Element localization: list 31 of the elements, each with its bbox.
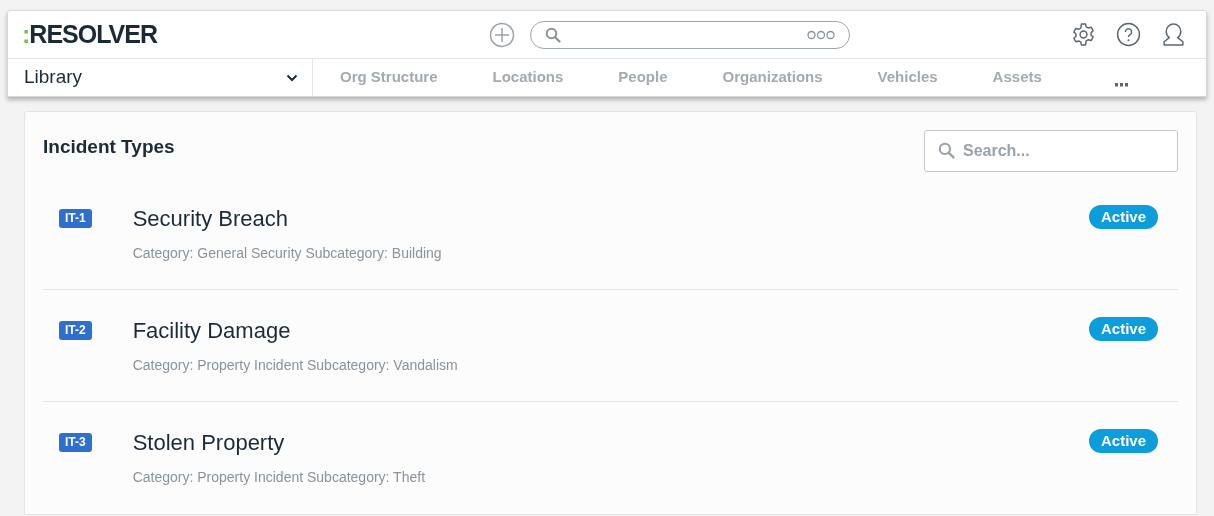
chevron-down-icon: [286, 73, 298, 82]
item-title[interactable]: Stolen Property: [132, 429, 426, 457]
id-tag: IT-2: [59, 321, 92, 340]
item-details: Category: General Security Subcategory: Building: [132, 244, 442, 263]
search-field[interactable]: Search...: [924, 130, 1178, 172]
nav-tab[interactable]: Organizations: [722, 64, 823, 91]
help-icon[interactable]: [1116, 22, 1141, 47]
nav-tab[interactable]: Org Structure: [340, 64, 438, 91]
search-icon: [545, 26, 561, 43]
user-icon[interactable]: [1161, 22, 1186, 47]
status-badge: Active: [1088, 205, 1158, 229]
nav-tab[interactable]: Vehicles: [877, 64, 938, 91]
more-icon[interactable]: [1114, 82, 1128, 87]
status-badge: Active: [1088, 429, 1158, 453]
logo: :RESOLVER: [22, 18, 159, 50]
nav-tab[interactable]: Locations: [492, 64, 564, 91]
id-tag: IT-3: [59, 433, 92, 452]
id-tag: IT-1: [59, 209, 92, 228]
item-title[interactable]: Facility Damage: [132, 317, 458, 345]
search-icon: [938, 142, 955, 159]
nav-tab[interactable]: People: [618, 64, 668, 91]
settings-icon[interactable]: [1071, 22, 1096, 47]
item-title[interactable]: Security Breach: [132, 205, 442, 233]
library-dropdown[interactable]: Library: [8, 59, 313, 96]
nav-tab[interactable]: Assets: [992, 64, 1042, 91]
add-icon[interactable]: [489, 21, 515, 48]
status-badge: Active: [1088, 317, 1158, 341]
more-options-icon[interactable]: [807, 29, 835, 40]
panel-title: Incident Types: [43, 135, 175, 159]
item-details: Category: Property Incident Subcategory: Vandalism: [132, 356, 458, 375]
item-details: Category: Property Incident Subcategory: Theft: [132, 468, 426, 487]
